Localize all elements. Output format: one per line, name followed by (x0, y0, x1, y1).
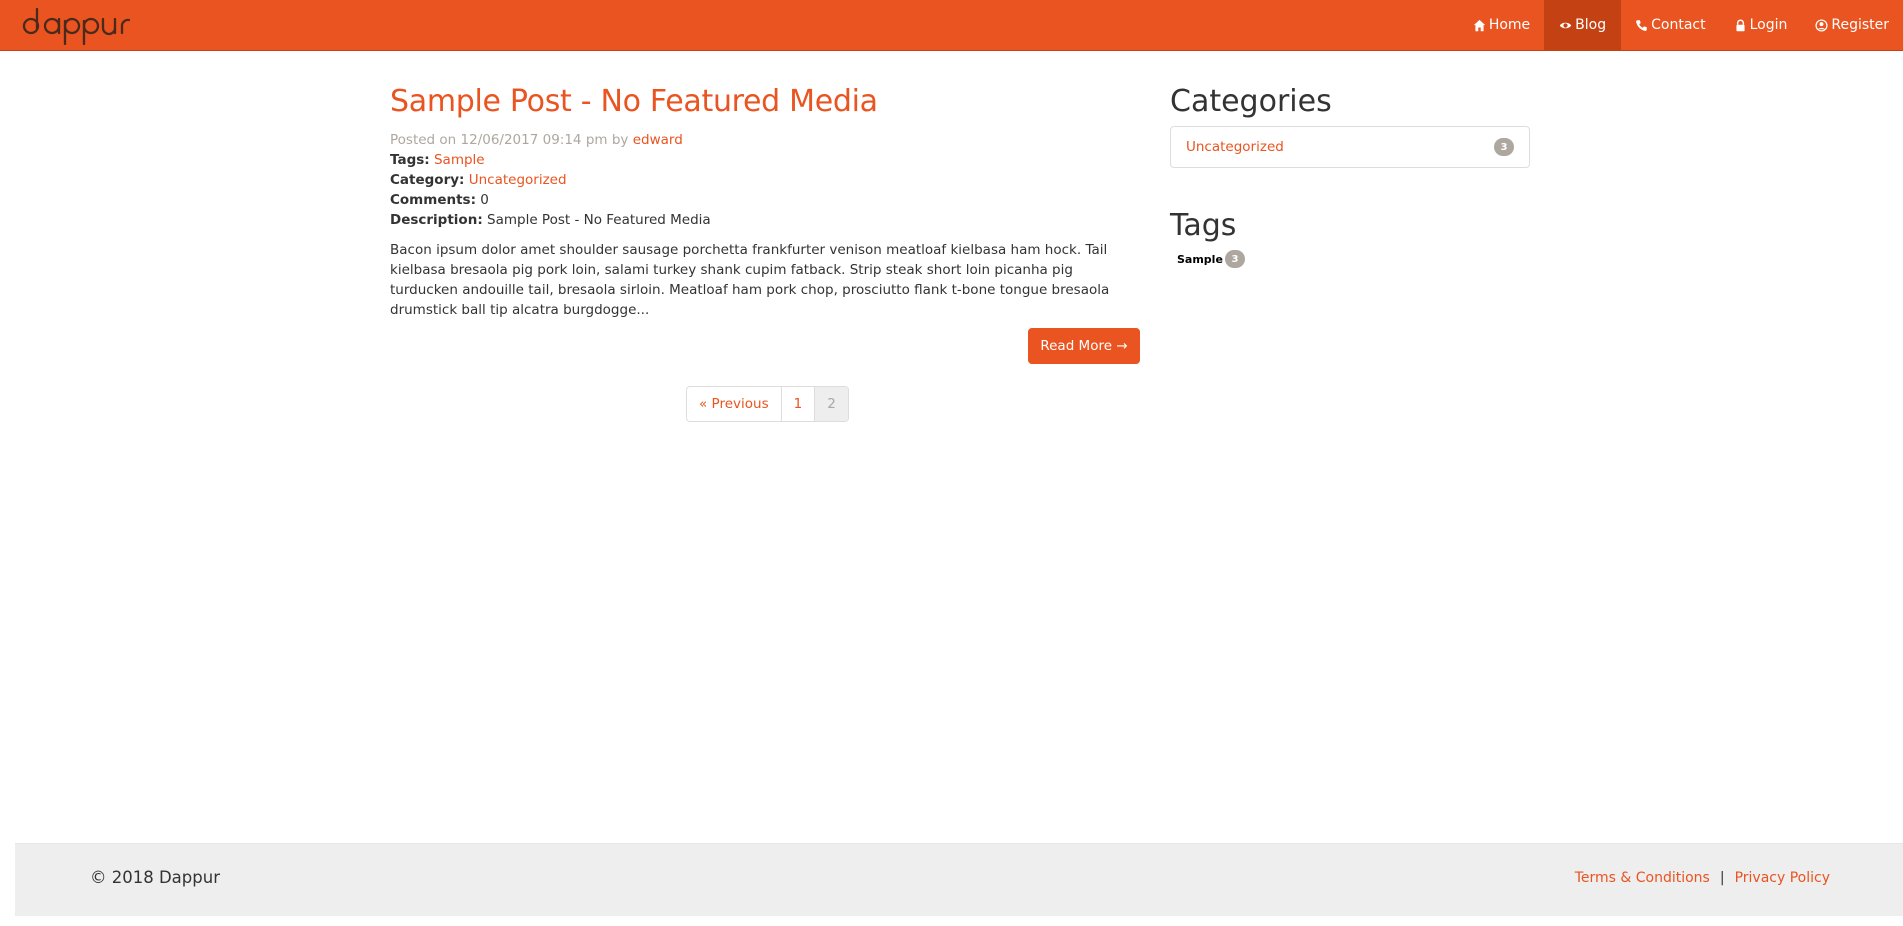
page-footer: © 2018 Dappur Terms & Conditions | Priva… (15, 843, 1903, 916)
author-link[interactable]: edward (633, 132, 683, 148)
privacy-link[interactable]: Privacy Policy (1735, 870, 1830, 886)
nav-contact-label: Contact (1651, 17, 1706, 33)
pagination-previous[interactable]: « Previous (687, 387, 781, 421)
phone-icon (1636, 19, 1647, 31)
nav-home-label: Home (1488, 17, 1531, 33)
main-nav: Home Blog Contact Login Register (1459, 0, 1903, 50)
footer-separator: | (1719, 870, 1725, 886)
top-navbar: Home Blog Contact Login Register (0, 0, 1903, 51)
post-title[interactable]: Sample Post - No Featured Media (390, 82, 1140, 122)
category-count-badge: 3 (1494, 138, 1514, 156)
read-more-button[interactable]: Read More → (1028, 328, 1140, 364)
nav-home[interactable]: Home (1459, 0, 1544, 50)
tags-label: Tags: (390, 152, 430, 168)
post-excerpt: Bacon ipsum dolor amet shoulder sausage … (390, 242, 1110, 318)
tag-count-badge: 3 (1224, 250, 1245, 268)
pagination-page-1[interactable]: 1 (780, 387, 815, 421)
pagination-page-2[interactable]: 2 (814, 387, 848, 421)
terms-link[interactable]: Terms & Conditions (1575, 870, 1710, 886)
posted-on-text: Posted on 12/06/2017 09:14 pm by (390, 132, 629, 148)
post-tag-link[interactable]: Sample (434, 152, 485, 168)
eye-icon (1559, 22, 1572, 28)
category-label: Category: (390, 172, 465, 188)
post-meta: Posted on 12/06/2017 09:14 pm by edward … (390, 130, 1140, 230)
copyright-text: © 2018 Dappur (90, 868, 220, 887)
comments-label: Comments: (390, 192, 476, 208)
footer-links: Terms & Conditions | Privacy Policy (1575, 870, 1830, 886)
brand-logo[interactable] (22, 2, 130, 48)
tag-item-label: Sample (1177, 252, 1223, 266)
nav-register[interactable]: Register (1801, 0, 1903, 50)
post-category-link[interactable]: Uncategorized (469, 172, 567, 188)
tag-item-sample[interactable]: Sample 3 (1170, 250, 1530, 268)
nav-login-label: Login (1749, 17, 1788, 33)
tags-heading: Tags (1170, 208, 1237, 243)
comments-count: 0 (480, 192, 489, 208)
categories-heading: Categories (1170, 84, 1332, 119)
lock-icon (1736, 19, 1745, 31)
dappur-logo-icon (22, 7, 130, 45)
description-value: Sample Post - No Featured Media (487, 212, 711, 228)
pagination: « Previous 1 2 (686, 386, 849, 422)
description-label: Description: (390, 212, 483, 228)
category-item-uncategorized[interactable]: Uncategorized 3 (1170, 126, 1530, 168)
home-icon (1473, 19, 1485, 31)
nav-contact[interactable]: Contact (1621, 0, 1719, 50)
blog-post: Sample Post - No Featured Media Posted o… (390, 82, 1140, 422)
nav-register-label: Register (1831, 17, 1889, 33)
category-item-label: Uncategorized (1186, 139, 1284, 155)
nav-blog[interactable]: Blog (1544, 0, 1622, 50)
sidebar: Categories Uncategorized 3 Tags Sample 3 (1170, 82, 1530, 268)
user-circle-icon (1815, 18, 1828, 32)
nav-blog-label: Blog (1575, 17, 1607, 33)
nav-login[interactable]: Login (1720, 0, 1802, 50)
